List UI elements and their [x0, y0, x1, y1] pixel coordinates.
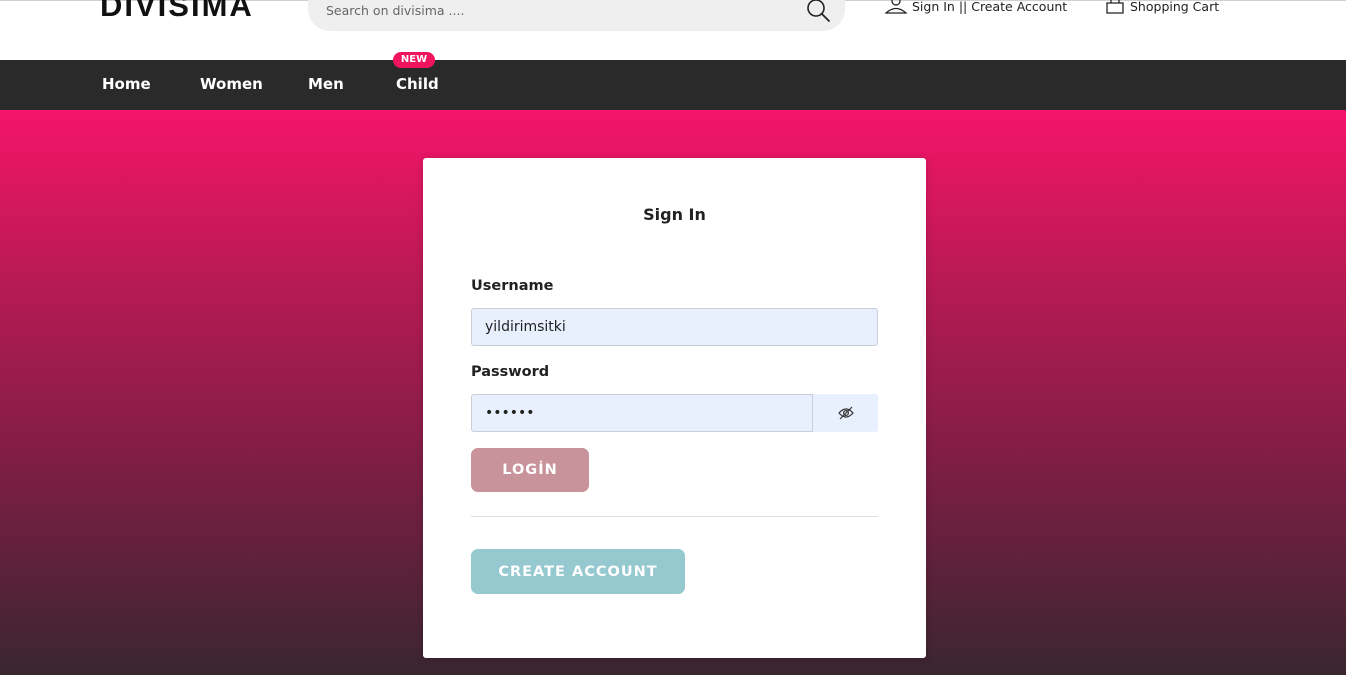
main-nav: Home Women Men Child NEW — [0, 52, 1346, 110]
nav-item-child[interactable]: Child — [396, 75, 439, 93]
username-input[interactable] — [471, 308, 878, 346]
password-label: Password — [471, 364, 550, 380]
signin-card: Sign In Username Password LOGİN CREATE A… — [423, 158, 926, 658]
nav-item-women[interactable]: Women — [200, 75, 263, 93]
top-header: DIVISIMA Sign In || Create Account Shopp… — [0, 0, 1346, 60]
search-icon[interactable] — [805, 0, 831, 23]
search-input[interactable] — [326, 0, 796, 21]
username-label: Username — [471, 278, 554, 294]
account-link-label: Sign In || Create Account — [912, 0, 1068, 14]
shopping-bag-icon — [1106, 0, 1124, 14]
password-input[interactable] — [471, 394, 813, 432]
divider — [471, 516, 878, 517]
cart-link-label: Shopping Cart — [1130, 0, 1220, 14]
new-badge: NEW — [393, 52, 435, 68]
password-toggle-button[interactable] — [813, 394, 878, 432]
site-logo[interactable]: DIVISIMA — [100, 0, 254, 24]
search-box — [308, 0, 845, 31]
nav-item-home[interactable]: Home — [102, 75, 151, 93]
eye-slash-icon — [837, 406, 854, 420]
login-button[interactable]: LOGİN — [471, 448, 589, 492]
signin-title: Sign In — [643, 205, 706, 224]
cart-link[interactable]: Shopping Cart — [1105, 0, 1219, 14]
nav-item-men[interactable]: Men — [308, 75, 344, 93]
create-account-button[interactable]: CREATE ACCOUNT — [471, 549, 685, 594]
account-link[interactable]: Sign In || Create Account — [885, 0, 1067, 14]
user-icon — [885, 0, 907, 14]
